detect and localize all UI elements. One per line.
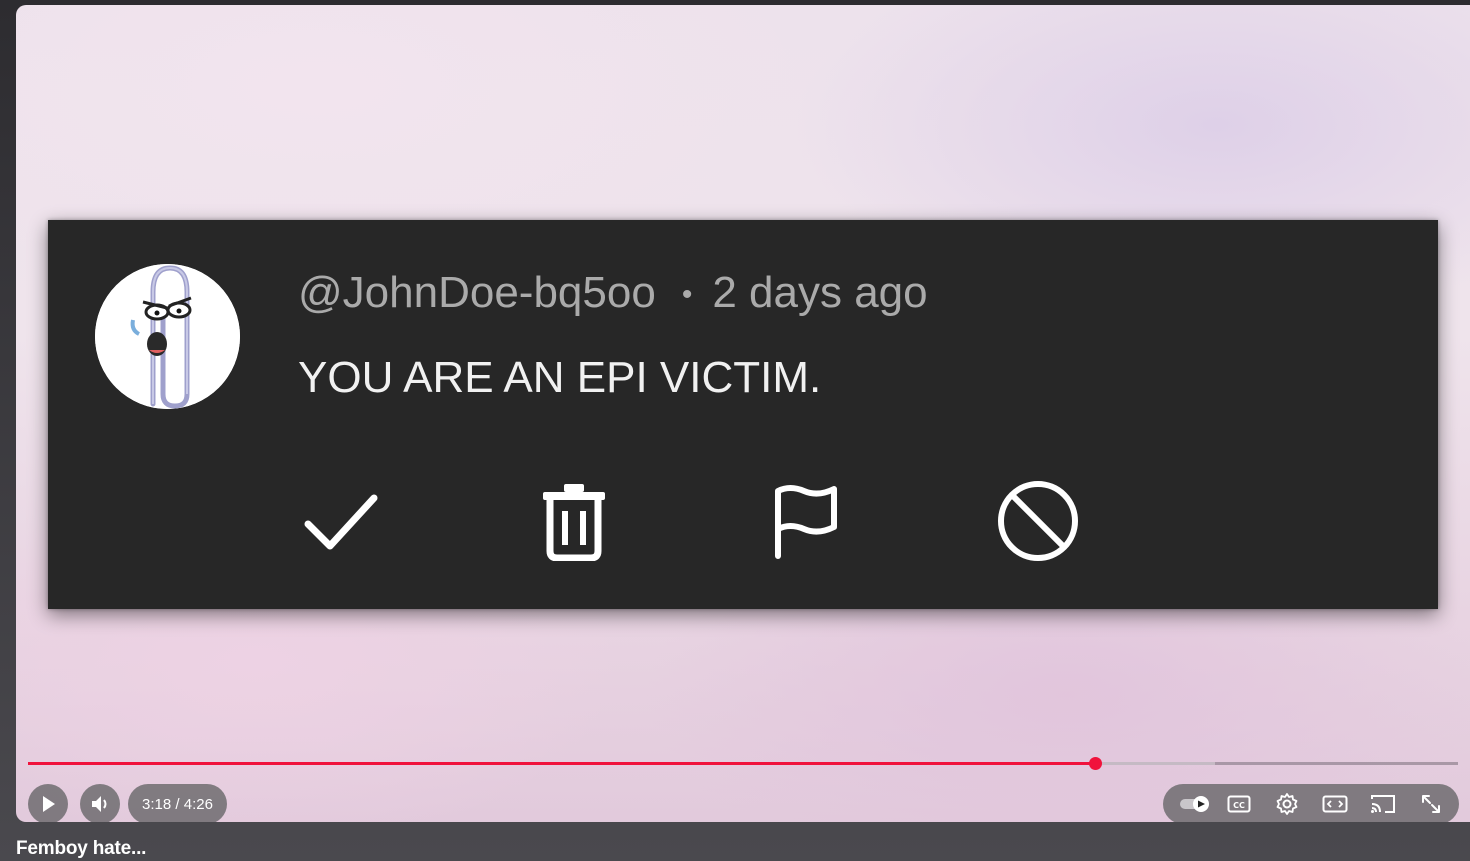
player-controls: 3:18 / 4:26 CC [16, 732, 1470, 822]
cast-button[interactable] [1363, 784, 1403, 822]
comment-card: @JohnDoe-bq5oo • 2 days ago YOU ARE AN EPI… [48, 220, 1438, 609]
comment-username[interactable]: @JohnDoe-bq5oo [298, 268, 656, 317]
fullscreen-icon [1422, 795, 1440, 813]
right-controls: CC [1163, 784, 1459, 822]
volume-button[interactable] [80, 784, 120, 822]
block-user-button[interactable] [993, 476, 1083, 566]
settings-icon [1276, 793, 1298, 815]
play-icon [43, 796, 55, 812]
comment-timestamp[interactable]: 2 days ago [712, 268, 927, 317]
miniplayer-button[interactable] [1315, 784, 1355, 822]
meta-separator: • [681, 278, 693, 312]
delete-button[interactable] [529, 476, 619, 566]
captions-button[interactable]: CC [1219, 784, 1259, 822]
comment-meta: @JohnDoe-bq5oo • 2 days ago [298, 268, 928, 318]
settings-button[interactable] [1267, 784, 1307, 822]
paperclip-avatar-icon [95, 264, 240, 409]
report-button[interactable] [761, 476, 851, 566]
fullscreen-button[interactable] [1411, 784, 1451, 822]
progress-bar[interactable] [28, 757, 1458, 770]
video-title[interactable]: Femboy hate... [16, 838, 146, 860]
approve-button[interactable] [296, 476, 386, 566]
scrubber-handle[interactable] [1088, 757, 1102, 770]
cast-icon [1371, 795, 1395, 813]
play-button[interactable] [28, 784, 68, 822]
autoplay-toggle[interactable] [1173, 784, 1217, 822]
volume-icon [92, 796, 107, 812]
progress-played [28, 762, 1095, 765]
avatar[interactable] [95, 264, 240, 409]
miniplayer-icon [1322, 795, 1348, 813]
svg-text:CC: CC [1233, 801, 1245, 810]
trash-icon [543, 484, 605, 561]
autoplay-toggle-icon [1180, 796, 1209, 812]
page: @JohnDoe-bq5oo • 2 days ago YOU ARE AN EPI… [0, 0, 1470, 861]
flag-icon [775, 485, 837, 559]
video-player[interactable]: @JohnDoe-bq5oo • 2 days ago YOU ARE AN EPI… [16, 5, 1470, 822]
checkmark-icon [304, 494, 378, 550]
block-icon [998, 481, 1078, 561]
comment-text: YOU ARE AN EPI VICTIM. [298, 353, 822, 402]
time-display: 3:18 / 4:26 [128, 784, 227, 822]
captions-icon: CC [1227, 795, 1251, 813]
